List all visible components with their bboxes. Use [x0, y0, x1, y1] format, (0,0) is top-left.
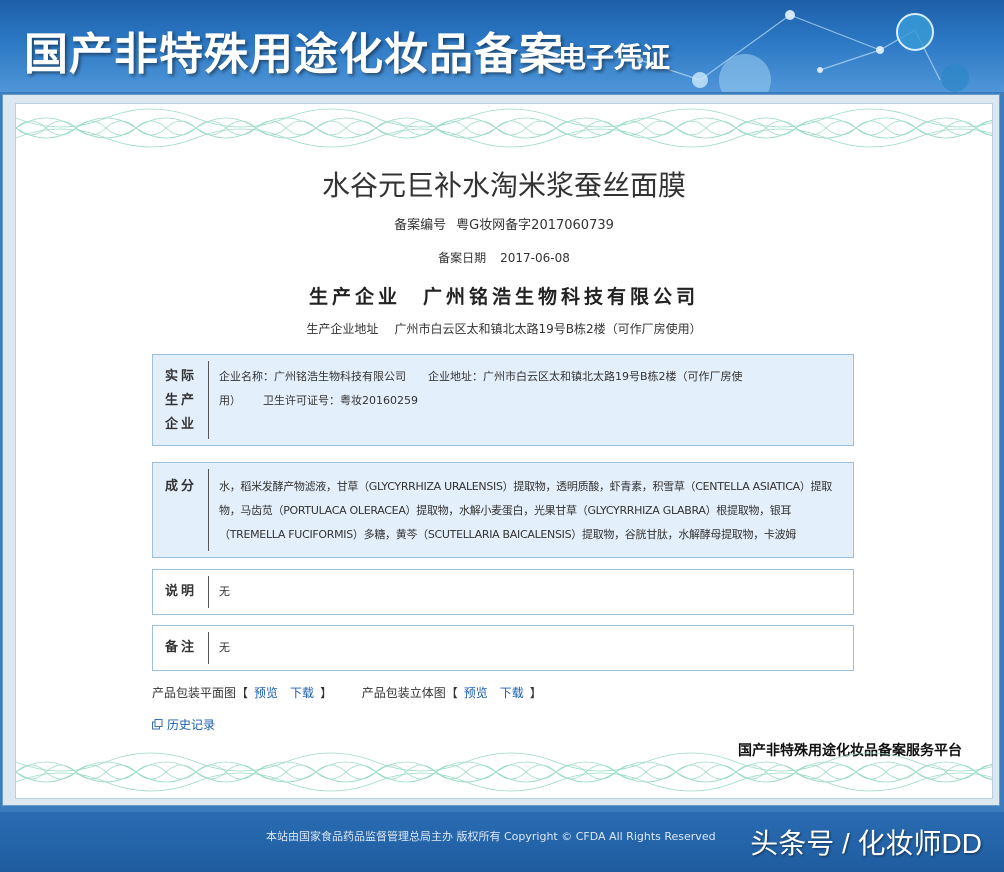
banner-subtitle: 电子凭证: [558, 41, 671, 74]
producer-label: 生产企业: [308, 286, 401, 308]
ingredients-line: 水，稻米发酵产物滤液，甘草（GLYCYRRHIZA URALENSIS）提取物，…: [219, 480, 832, 493]
head-line: 实际: [164, 369, 197, 384]
new-window-icon: [152, 719, 163, 730]
remark-head: 备注: [153, 626, 209, 670]
registration-number-label: 备案编号: [394, 218, 447, 233]
packaging-solid-label: 产品包装立体图: [361, 686, 446, 700]
registration-number: 备案编号 粤G妆网备字2017060739: [16, 214, 992, 233]
registration-number-value: 粤G妆网备字2017060739: [456, 218, 614, 233]
producer-address-label: 生产企业地址: [306, 322, 379, 336]
header-banner: 国产非特殊用途化妆品备案 电子凭证: [0, 0, 1004, 92]
actual-producer-head: 实际 生产 企业: [153, 355, 209, 445]
registration-date-label: 备案日期: [438, 251, 487, 265]
actual-company-address-cont: 用）: [219, 394, 241, 407]
hygiene-license: 卫生许可证号：粤妆20160259: [263, 394, 418, 407]
bracket: 【: [236, 686, 249, 700]
history-label[interactable]: 历史记录: [167, 716, 215, 733]
history-link[interactable]: 历史记录: [152, 716, 215, 733]
ingredients-line: （TREMELLA FUCIFORMIS）多糖，黄芩（SCUTELLARIA B…: [219, 528, 796, 541]
actual-producer-row: 实际 生产 企业 企业名称：广州铭浩生物科技有限公司 企业地址：广州市白云区太和镇…: [152, 354, 854, 446]
guilloche-border-bottom: [16, 752, 992, 792]
footer-copyright: 本站由国家食品药品监督管理总局主办 版权所有 Copyright © CFDA …: [266, 830, 716, 843]
flat-download-link[interactable]: 下载: [290, 686, 314, 700]
registration-date-value: 2017-06-08: [500, 251, 570, 265]
packaging-links: 产品包装平面图【 预览 下载】 产品包装立体图【 预览 下载】: [152, 684, 542, 701]
actual-company-name: 企业名称：广州铭浩生物科技有限公司: [219, 370, 406, 383]
ingredients-row: 成分 水，稻米发酵产物滤液，甘草（GLYCYRRHIZA URALENSIS）提…: [152, 462, 854, 558]
packaging-flat-label: 产品包装平面图: [152, 686, 237, 700]
solid-preview-link[interactable]: 预览: [464, 686, 488, 700]
head-line: 生产: [164, 393, 197, 408]
ingredients-head: 成分: [153, 463, 209, 557]
ingredients-line: 物，马齿苋（PORTULACA OLERACEA）提取物，水解小麦蛋白，光果甘草…: [219, 504, 792, 517]
bracket: 】: [529, 686, 542, 700]
solid-download-link[interactable]: 下载: [500, 686, 524, 700]
description-value: 无: [219, 585, 230, 598]
head-line: 企业: [164, 417, 197, 432]
description-head: 说明: [153, 570, 209, 614]
description-row: 说明 无: [152, 569, 854, 615]
flat-preview-link[interactable]: 预览: [254, 686, 278, 700]
producer-value: 广州铭浩生物科技有限公司: [423, 286, 700, 308]
producer-address-value: 广州市白云区太和镇北太路19号B栋2楼（可作厂房使用）: [394, 322, 702, 336]
bracket: 【: [445, 686, 458, 700]
guilloche-border-top: [16, 108, 992, 148]
remark-row: 备注 无: [152, 625, 854, 671]
producer: 生产企业 广州铭浩生物科技有限公司: [16, 282, 992, 309]
actual-producer-body: 企业名称：广州铭浩生物科技有限公司 企业地址：广州市白云区太和镇北太路19号B栋2…: [209, 355, 853, 445]
registration-date: 备案日期 2017-06-08: [16, 249, 992, 266]
certificate-panel: 水谷元巨补水淘米浆蚕丝面膜 备案编号 粤G妆网备字2017060739 备案日期 2…: [2, 94, 1000, 806]
footer: 本站由国家食品药品监督管理总局主办 版权所有 Copyright © CFDA …: [0, 812, 1004, 872]
product-name: 水谷元巨补水淘米浆蚕丝面膜: [321, 169, 686, 202]
actual-company-address: 企业地址：广州市白云区太和镇北太路19号B栋2楼（可作厂房使: [428, 370, 743, 383]
certificate: 水谷元巨补水淘米浆蚕丝面膜 备案编号 粤G妆网备字2017060739 备案日期 2…: [15, 103, 993, 799]
watermark: 头条号 / 化妆师DD: [750, 828, 982, 859]
remark-value: 无: [219, 641, 230, 654]
ingredients-body: 水，稻米发酵产物滤液，甘草（GLYCYRRHIZA URALENSIS）提取物，…: [209, 463, 853, 557]
bracket: 】: [320, 686, 333, 700]
producer-address: 生产企业地址 广州市白云区太和镇北太路19号B栋2楼（可作厂房使用）: [16, 320, 992, 337]
banner-title: 国产非特殊用途化妆品备案: [24, 29, 564, 80]
